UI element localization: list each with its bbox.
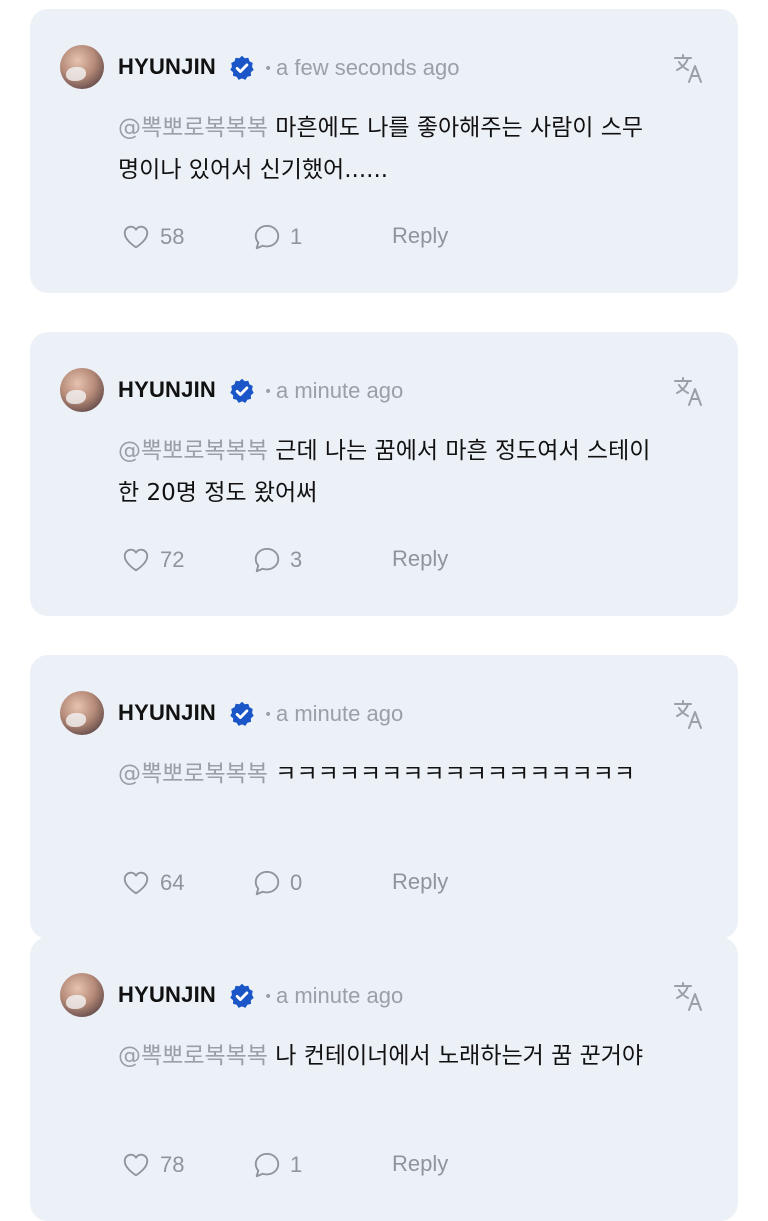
comment-text: @뽁뽀로복복복 나 컨테이너에서 노래하는거 꿈 꾼거야 bbox=[118, 1035, 718, 1077]
timestamp: a minute ago bbox=[276, 378, 404, 403]
comment-card: HYUNJIN • a minute ago @뽁뽀로복복복 근데 나는 꿈에서… bbox=[30, 332, 738, 616]
comment-text-line2: 명이나 있어서 신기했어...... bbox=[118, 157, 389, 183]
mention[interactable]: @뽁뽀로복복복 bbox=[118, 761, 268, 787]
like-count: 78 bbox=[160, 1152, 185, 1177]
timestamp: a minute ago bbox=[276, 983, 404, 1008]
comment-text-line1: 마흔에도 나를 좋아해주는 사람이 스무 bbox=[267, 115, 644, 141]
comment-card: HYUNJIN • a few seconds ago @뽁뽀로복복복 마흔에도… bbox=[30, 9, 738, 293]
comment-bubble-icon bbox=[252, 1150, 282, 1180]
like-button[interactable]: 78 bbox=[120, 1150, 184, 1180]
reply-button[interactable]: Reply bbox=[392, 1151, 448, 1177]
comment-text: @뽁뽀로복복복 근데 나는 꿈에서 마흔 정도여서 스테이한 20명 정도 왔어… bbox=[118, 430, 718, 514]
reply-count: 0 bbox=[290, 870, 303, 895]
reply-count: 1 bbox=[290, 224, 303, 249]
timestamp: a minute ago bbox=[276, 701, 404, 726]
separator-dot: • bbox=[264, 61, 273, 77]
comments-button[interactable]: 1 bbox=[252, 222, 302, 252]
verified-badge-icon bbox=[228, 982, 256, 1010]
like-count: 64 bbox=[160, 870, 185, 895]
like-count: 72 bbox=[160, 547, 185, 572]
comment-text-line1: 근데 나는 꿈에서 마흔 정도여서 스테이 bbox=[267, 438, 651, 464]
verified-badge-icon bbox=[228, 700, 256, 728]
heart-icon bbox=[120, 1150, 152, 1180]
avatar[interactable] bbox=[60, 45, 104, 89]
like-button[interactable]: 72 bbox=[120, 545, 184, 575]
separator-dot: • bbox=[264, 989, 273, 1005]
reply-count: 3 bbox=[290, 547, 303, 572]
like-button[interactable]: 58 bbox=[120, 222, 184, 252]
reply-button[interactable]: Reply bbox=[392, 869, 448, 895]
comment-card: HYUNJIN • a minute ago @뽁뽀로복복복 나 컨테이너에서 … bbox=[30, 937, 738, 1221]
author-name[interactable]: HYUNJIN bbox=[118, 700, 216, 726]
comment-bubble-icon bbox=[252, 868, 282, 898]
author-name[interactable]: HYUNJIN bbox=[118, 377, 216, 403]
comments-button[interactable]: 0 bbox=[252, 868, 302, 898]
like-count: 58 bbox=[160, 224, 185, 249]
translate-icon[interactable] bbox=[672, 697, 706, 731]
translate-icon[interactable] bbox=[672, 374, 706, 408]
comment-bubble-icon bbox=[252, 222, 282, 252]
translate-icon[interactable] bbox=[672, 979, 706, 1013]
comment-feed: HYUNJIN • a few seconds ago @뽁뽀로복복복 마흔에도… bbox=[0, 0, 768, 1221]
comment-card: HYUNJIN • a minute ago @뽁뽀로복복복 ㅋㅋㅋㅋㅋㅋㅋㅋㅋ… bbox=[30, 655, 738, 939]
comment-text-line1: 나 컨테이너에서 노래하는거 꿈 꾼거야 bbox=[267, 1043, 644, 1069]
mention[interactable]: @뽁뽀로복복복 bbox=[118, 1043, 268, 1069]
comment-text: @뽁뽀로복복복 마흔에도 나를 좋아해주는 사람이 스무명이나 있어서 신기했어… bbox=[118, 107, 718, 191]
verified-badge-icon bbox=[228, 54, 256, 82]
mention[interactable]: @뽁뽀로복복복 bbox=[118, 115, 268, 141]
timestamp: a few seconds ago bbox=[276, 55, 460, 80]
comment-bubble-icon bbox=[252, 545, 282, 575]
heart-icon bbox=[120, 222, 152, 252]
mention[interactable]: @뽁뽀로복복복 bbox=[118, 438, 268, 464]
heart-icon bbox=[120, 545, 152, 575]
comment-text: @뽁뽀로복복복 ㅋㅋㅋㅋㅋㅋㅋㅋㅋㅋㅋㅋㅋㅋㅋㅋㅋ bbox=[118, 753, 718, 795]
comments-button[interactable]: 3 bbox=[252, 545, 302, 575]
verified-badge-icon bbox=[228, 377, 256, 405]
reply-button[interactable]: Reply bbox=[392, 223, 448, 249]
avatar[interactable] bbox=[60, 691, 104, 735]
avatar[interactable] bbox=[60, 368, 104, 412]
heart-icon bbox=[120, 868, 152, 898]
author-name[interactable]: HYUNJIN bbox=[118, 54, 216, 80]
translate-icon[interactable] bbox=[672, 51, 706, 85]
avatar[interactable] bbox=[60, 973, 104, 1017]
comment-text-line1: ㅋㅋㅋㅋㅋㅋㅋㅋㅋㅋㅋㅋㅋㅋㅋㅋㅋ bbox=[267, 761, 635, 787]
reply-button[interactable]: Reply bbox=[392, 546, 448, 572]
like-button[interactable]: 64 bbox=[120, 868, 184, 898]
comment-text-line2: 한 20명 정도 왔어써 bbox=[118, 480, 318, 506]
separator-dot: • bbox=[264, 707, 273, 723]
comments-button[interactable]: 1 bbox=[252, 1150, 302, 1180]
author-name[interactable]: HYUNJIN bbox=[118, 982, 216, 1008]
reply-count: 1 bbox=[290, 1152, 303, 1177]
separator-dot: • bbox=[264, 384, 273, 400]
